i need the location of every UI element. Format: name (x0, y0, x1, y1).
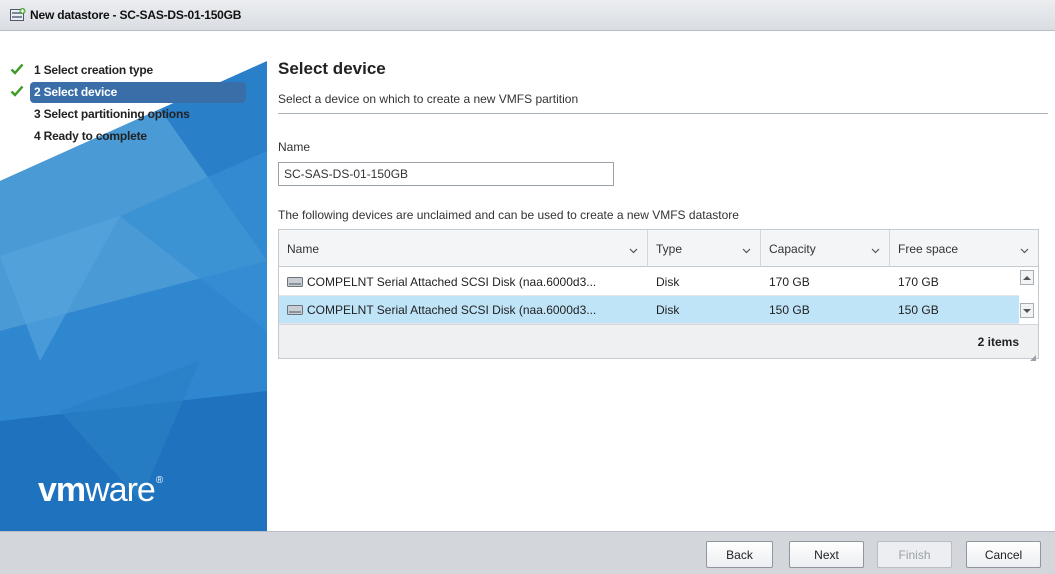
chevron-down-icon[interactable] (1020, 244, 1029, 254)
vmware-logo: vmware® (38, 471, 163, 509)
table-row[interactable]: COMPELNT Serial Attached SCSI Disk (naa.… (279, 268, 1019, 296)
datastore-name-input[interactable] (278, 162, 614, 186)
disk-icon (287, 277, 303, 287)
device-type-cell: Disk (656, 275, 680, 289)
chevron-down-icon[interactable] (629, 244, 638, 254)
page-title: Select device (278, 59, 386, 78)
wizard-steps: 1 Select creation type 2 Select device 3… (0, 59, 267, 147)
device-free-space-cell: 150 GB (898, 303, 939, 317)
window-titlebar: New datastore - SC-SAS-DS-01-150GB (0, 0, 1055, 31)
device-free-space-cell: 170 GB (898, 275, 939, 289)
column-header-label: Type (656, 241, 683, 256)
name-field-label: Name (278, 140, 311, 154)
wizard-step-select-partitioning-options[interactable]: 3 Select partitioning options (0, 103, 267, 125)
device-name-cell: COMPELNT Serial Attached SCSI Disk (naa.… (279, 268, 648, 296)
header-divider (278, 113, 1048, 114)
column-header-label: Name (287, 241, 320, 256)
wizard-step-select-creation-type[interactable]: 1 Select creation type (0, 59, 267, 81)
wizard-step-label: 4 Ready to complete (34, 129, 147, 143)
checkmark-icon (10, 62, 24, 76)
checkmark-icon (10, 84, 24, 98)
devices-grid: Name Type Capacity Free space COMPELNT S… (278, 229, 1039, 361)
cancel-button[interactable]: Cancel (966, 541, 1041, 568)
wizard-step-label: 1 Select creation type (34, 63, 153, 77)
column-header-free-space[interactable]: Free space (890, 230, 1038, 267)
finish-button[interactable]: Finish (877, 541, 952, 568)
page-subtitle: Select a device on which to create a new… (278, 92, 579, 106)
scroll-up-arrow-icon[interactable] (1020, 270, 1034, 285)
wizard-content: Select device Select a device on which t… (267, 31, 1055, 531)
device-capacity-cell: 170 GB (769, 275, 810, 289)
wizard-step-select-device[interactable]: 2 Select device (0, 81, 267, 103)
device-capacity-cell: 150 GB (769, 303, 810, 317)
device-name-cell: COMPELNT Serial Attached SCSI Disk (naa.… (279, 296, 648, 324)
column-header-capacity[interactable]: Capacity (761, 230, 890, 267)
column-header-name[interactable]: Name (279, 230, 648, 267)
next-button[interactable]: Next (789, 541, 864, 568)
chevron-down-icon[interactable] (871, 244, 880, 254)
grid-header: Name Type Capacity Free space (279, 230, 1038, 267)
chevron-down-icon[interactable] (742, 244, 751, 254)
table-row-selected[interactable]: COMPELNT Serial Attached SCSI Disk (naa.… (279, 296, 1019, 324)
wizard-footer: Back Next Finish Cancel (0, 531, 1055, 574)
datastore-icon (10, 8, 26, 22)
column-header-label: Capacity (769, 241, 816, 256)
wizard-step-label: 2 Select device (34, 85, 118, 99)
disk-icon (287, 305, 303, 315)
wizard-navigation: 1 Select creation type 2 Select device 3… (0, 31, 267, 531)
column-header-label: Free space (898, 241, 959, 256)
column-header-type[interactable]: Type (648, 230, 761, 267)
window-title: New datastore - SC-SAS-DS-01-150GB (30, 8, 242, 22)
scroll-down-arrow-icon[interactable] (1020, 303, 1034, 318)
grid-footer: 2 items (279, 324, 1038, 361)
items-count: 2 items (977, 335, 1019, 349)
wizard-step-label: 3 Select partitioning options (34, 107, 190, 121)
back-button[interactable]: Back (706, 541, 773, 568)
devices-caption: The following devices are unclaimed and … (278, 208, 739, 222)
resize-grip-icon[interactable] (1030, 350, 1036, 361)
device-type-cell: Disk (656, 303, 680, 317)
wizard-step-ready-to-complete[interactable]: 4 Ready to complete (0, 125, 267, 147)
